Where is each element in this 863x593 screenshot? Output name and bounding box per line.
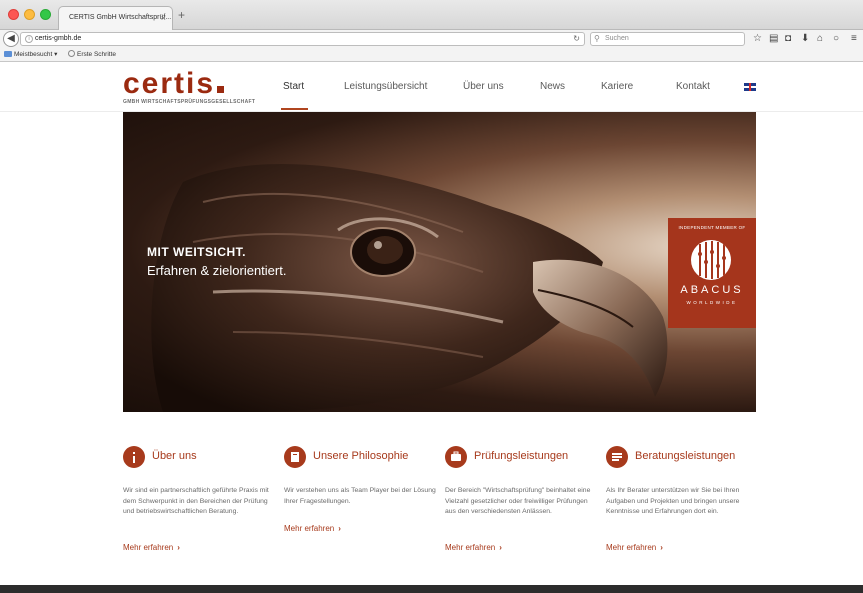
url-text: certis-gmbh.de <box>35 35 82 42</box>
reload-icon[interactable]: ↻ <box>573 33 580 45</box>
feature-text: Wir verstehen uns als Team Player bei de… <box>284 487 436 505</box>
certis-logo[interactable]: certis GMBH WIRTSCHAFTSPRÜFUNGSGESELLSCH… <box>123 67 256 106</box>
mehr-erfahren-link[interactable]: Mehr erfahren › <box>606 543 663 552</box>
site-header: certis GMBH WIRTSCHAFTSPRÜFUNGSGESELLSCH… <box>0 62 863 112</box>
mehr-erfahren-link[interactable]: Mehr erfahren › <box>123 543 180 552</box>
nav-news[interactable]: News <box>540 81 565 92</box>
abacus-badge[interactable]: INDEPENDENT MEMBER OF ABACUS WORLDWIDE <box>668 218 756 328</box>
feature-title[interactable]: Unsere Philosophie <box>313 450 408 462</box>
nav-ueber-uns[interactable]: Über uns <box>463 81 504 92</box>
logo-subtitle: GMBH WIRTSCHAFTSPRÜFUNGSGESELLSCHAFT <box>123 99 256 105</box>
abacus-logo-icon <box>691 240 731 280</box>
url-bar[interactable]: i certis-gmbh.de ↻ <box>20 32 585 46</box>
document-icon <box>606 446 628 468</box>
feature-title[interactable]: Beratungsleistungen <box>635 450 735 462</box>
chevron-right-icon: › <box>660 543 663 552</box>
hero-title: MIT WEITSICHT. <box>147 245 246 259</box>
info-icon[interactable]: i <box>25 35 33 43</box>
reading-list-icon[interactable]: ▤ <box>769 33 778 45</box>
close-window-button[interactable] <box>8 9 19 20</box>
download-icon[interactable]: ⬇ <box>801 33 809 45</box>
home-icon[interactable]: ⌂ <box>817 33 823 45</box>
tab-title: CERTIS GmbH Wirtschaftsprüf... <box>69 14 172 21</box>
minimize-window-button[interactable] <box>24 9 35 20</box>
chevron-right-icon: › <box>499 543 502 552</box>
nav-kontakt[interactable]: Kontakt <box>676 81 710 92</box>
browser-navbar: ◀ i certis-gmbh.de ↻ ⚲ Suchen <box>0 30 863 48</box>
hero-subtitle: Erfahren & zielorientiert. <box>147 263 287 278</box>
footer-bar <box>0 585 863 593</box>
info-icon <box>123 446 145 468</box>
chevron-right-icon: › <box>177 543 180 552</box>
logo-word: certis <box>123 67 216 100</box>
browser-titlebar: CERTIS GmbH Wirtschaftsprüf... × + <box>0 0 863 30</box>
browser-tab[interactable]: CERTIS GmbH Wirtschaftsprüf... × <box>58 6 173 30</box>
mehr-erfahren-link[interactable]: Mehr erfahren › <box>445 543 502 552</box>
chevron-right-icon: › <box>338 524 341 533</box>
briefcase-icon <box>445 446 467 468</box>
bookmarks-bar: Meistbesucht ▾ Erste Schritte <box>0 48 863 62</box>
active-nav-indicator <box>281 108 308 110</box>
zoom-window-button[interactable] <box>40 9 51 20</box>
badge-top-text: INDEPENDENT MEMBER OF <box>678 225 746 230</box>
search-input[interactable]: ⚲ Suchen <box>590 32 745 46</box>
badge-subtitle: WORLDWIDE <box>686 300 738 305</box>
feature-title[interactable]: Prüfungsleistungen <box>474 450 568 462</box>
search-icon: ⚲ <box>594 34 600 43</box>
nav-kariere[interactable]: Kariere <box>601 81 633 92</box>
new-tab-button[interactable]: + <box>178 9 185 21</box>
bookmark-meistbesucht[interactable]: Meistbesucht ▾ <box>4 50 57 58</box>
hero-banner: MIT WEITSICHT. Erfahren & zielorientiert… <box>123 112 756 412</box>
search-placeholder: Suchen <box>605 35 629 42</box>
sync-icon[interactable]: ○ <box>833 33 839 45</box>
book-icon <box>284 446 306 468</box>
eagle-image <box>151 163 668 412</box>
folder-icon <box>4 51 12 57</box>
bookmark-star-icon[interactable]: ☆ <box>753 33 762 45</box>
badge-name: ABACUS <box>680 284 744 296</box>
feature-text: Als Ihr Berater unterstützen wir Sie bei… <box>606 487 740 515</box>
bookmark-erste-schritte[interactable]: Erste Schritte <box>68 50 116 58</box>
feature-title[interactable]: Über uns <box>152 450 197 462</box>
firefox-icon <box>68 50 75 57</box>
feature-text: Wir sind ein partnerschaftlich geführte … <box>123 487 269 515</box>
back-button[interactable]: ◀ <box>3 31 19 47</box>
feature-text: Der Bereich "Wirtschaftsprüfung" beinhal… <box>445 487 591 515</box>
nav-leistungsuebersicht[interactable]: Leistungsübersicht <box>344 81 427 92</box>
english-flag-icon[interactable] <box>744 83 756 91</box>
tab-close-icon[interactable]: × <box>161 13 166 23</box>
nav-start[interactable]: Start <box>283 81 304 92</box>
menu-icon[interactable]: ≡ <box>851 33 857 45</box>
pocket-icon[interactable]: ◘ <box>785 33 791 45</box>
mehr-erfahren-link[interactable]: Mehr erfahren › <box>284 524 341 533</box>
